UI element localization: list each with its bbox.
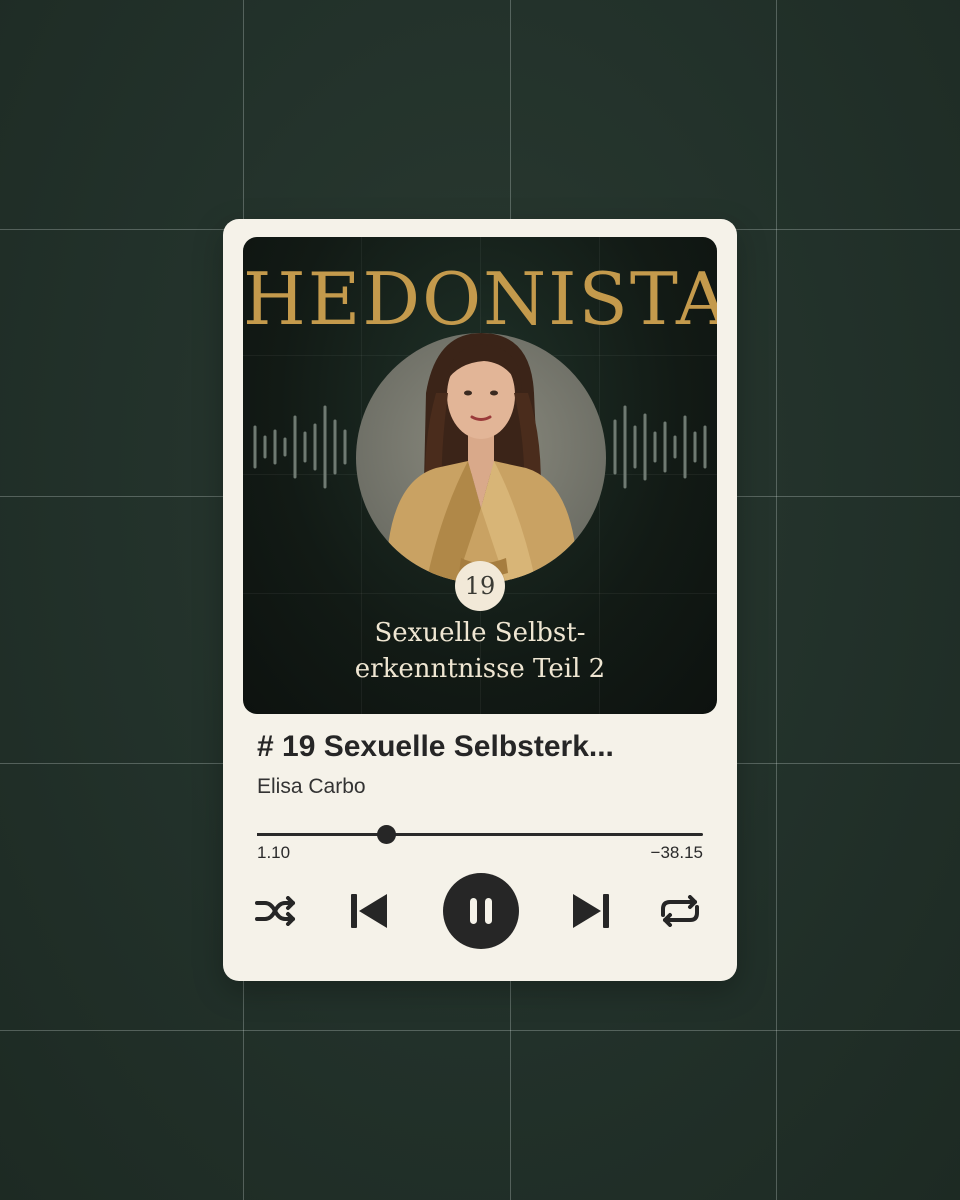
cover-title-line: Sexuelle Selbst-: [374, 618, 586, 648]
shuffle-icon: [255, 896, 295, 926]
host-photo-illustration: [386, 333, 578, 583]
pause-button-circle: [443, 873, 519, 949]
skip-previous-icon: [351, 894, 387, 928]
track-artist: Elisa Carbo: [257, 775, 366, 798]
progress-bar[interactable]: [257, 825, 703, 844]
remaining-time: −38.15: [650, 843, 703, 862]
host-portrait: [356, 333, 606, 583]
progress-fill: [257, 833, 387, 836]
next-button[interactable]: [567, 871, 615, 951]
waveform-right-icon: [613, 405, 707, 489]
previous-button[interactable]: [345, 871, 393, 951]
elapsed-time: 1.10: [257, 843, 291, 862]
track-title: # 19 Sexuelle Selbsterk...: [257, 730, 614, 763]
podcast-cover-art: HEDONISTA 19 Sexuelle Selbst- erkenntnis…: [243, 237, 717, 714]
grid-line: [776, 0, 777, 1200]
player-card: HEDONISTA 19 Sexuelle Selbst- erkenntnis…: [223, 219, 737, 981]
pause-button[interactable]: [442, 871, 520, 951]
brand-logo: HEDONISTA: [243, 257, 717, 341]
cover-episode-title: Sexuelle Selbst- erkenntnisse Teil 2: [243, 615, 717, 687]
progress-scrubber-handle[interactable]: [377, 825, 397, 844]
episode-number-badge: 19: [455, 561, 505, 611]
pause-icon: [470, 898, 492, 924]
skip-next-icon: [573, 894, 609, 928]
shuffle-button[interactable]: [253, 871, 299, 951]
waveform-left-icon: [253, 405, 347, 489]
repeat-icon: [661, 895, 699, 927]
playback-controls: [223, 871, 737, 951]
cover-title-line: erkenntnisse Teil 2: [354, 654, 606, 684]
repeat-button[interactable]: [655, 871, 705, 951]
grid-line: [0, 1030, 960, 1031]
background: HEDONISTA 19 Sexuelle Selbst- erkenntnis…: [0, 0, 960, 1200]
